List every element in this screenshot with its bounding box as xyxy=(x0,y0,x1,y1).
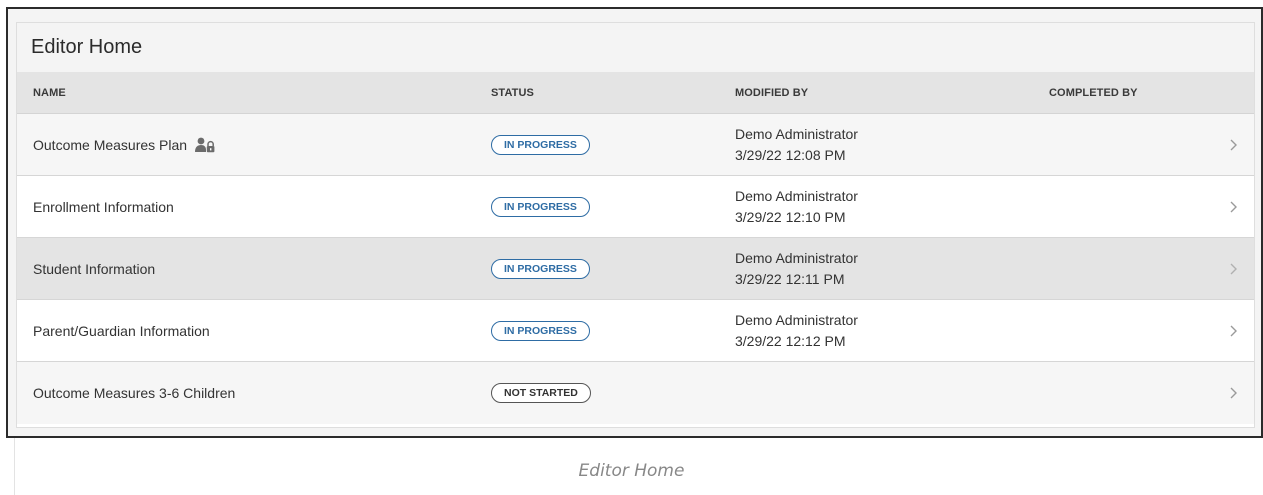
table-row[interactable]: Student Information IN PROGRESS Demo Adm… xyxy=(17,238,1254,300)
row-name: Student Information xyxy=(33,260,156,277)
modified-by-cell: Demo Administrator 3/29/22 12:10 PM xyxy=(735,186,858,228)
modified-by-time: 3/29/22 12:10 PM xyxy=(735,208,846,225)
modified-by-name: Demo Administrator xyxy=(735,311,858,328)
table-header: NAME STATUS MODIFIED BY COMPLETED BY xyxy=(17,72,1254,114)
status-badge: IN PROGRESS xyxy=(491,258,590,279)
table-row[interactable]: Outcome Measures Plan IN PROGRESS Demo A… xyxy=(17,114,1254,176)
modified-by-name: Demo Administrator xyxy=(735,125,858,142)
row-name: Enrollment Information xyxy=(33,198,174,215)
row-name: Outcome Measures 3-6 Children xyxy=(33,385,236,401)
panel-header: Editor Home xyxy=(17,23,1254,72)
column-name-header: NAME xyxy=(33,86,66,99)
status-badge: NOT STARTED xyxy=(491,383,591,403)
panel-title: Editor Home xyxy=(31,36,143,58)
modified-by-cell: Demo Administrator 3/29/22 12:08 PM xyxy=(735,124,858,166)
modified-by-cell: Demo Administrator 3/29/22 12:11 PM xyxy=(735,248,858,290)
table-row[interactable]: Outcome Measures 3-6 Children NOT STARTE… xyxy=(17,362,1254,424)
status-badge: IN PROGRESS xyxy=(491,320,590,341)
row-name-cell: Enrollment Information xyxy=(33,199,174,215)
chevron-right-icon xyxy=(1230,387,1237,399)
table-row[interactable]: Enrollment Information IN PROGRESS Demo … xyxy=(17,176,1254,238)
row-name-cell: Parent/Guardian Information xyxy=(33,323,210,339)
table-row[interactable]: Parent/Guardian Information IN PROGRESS … xyxy=(17,300,1254,362)
row-name: Outcome Measures Plan xyxy=(33,136,188,153)
column-modified-by-header: MODIFIED BY xyxy=(735,86,809,99)
modified-by-time: 3/29/22 12:08 PM xyxy=(735,146,846,163)
status-badge: IN PROGRESS xyxy=(491,134,590,155)
modified-by-name: Demo Administrator xyxy=(735,187,858,204)
chevron-right-icon xyxy=(1230,201,1237,212)
screenshot-frame: Editor Home NAME STATUS MODIFIED BY COMP… xyxy=(6,7,1263,438)
row-name: Parent/Guardian Information xyxy=(33,322,210,339)
chevron-right-icon xyxy=(1230,263,1237,274)
column-completed-by-header: COMPLETED BY xyxy=(1049,86,1138,99)
chevron-right-icon xyxy=(1230,325,1237,336)
chevron-right-icon xyxy=(1230,139,1237,150)
modified-by-cell: Demo Administrator 3/29/22 12:12 PM xyxy=(735,310,858,352)
row-name-cell: Student Information xyxy=(33,261,155,277)
modified-by-time: 3/29/22 12:11 PM xyxy=(735,270,845,287)
modified-by-name: Demo Administrator xyxy=(735,249,858,266)
user-lock-icon xyxy=(195,137,215,153)
status-badge: IN PROGRESS xyxy=(491,196,590,217)
figure-caption: Editor Home xyxy=(578,461,685,481)
modified-by-time: 3/29/22 12:12 PM xyxy=(735,332,846,349)
row-name-cell: Outcome Measures 3-6 Children xyxy=(33,385,235,401)
editor-home-panel: Editor Home NAME STATUS MODIFIED BY COMP… xyxy=(16,22,1255,428)
row-name-cell: Outcome Measures Plan xyxy=(33,137,215,153)
column-status-header: STATUS xyxy=(491,86,534,99)
